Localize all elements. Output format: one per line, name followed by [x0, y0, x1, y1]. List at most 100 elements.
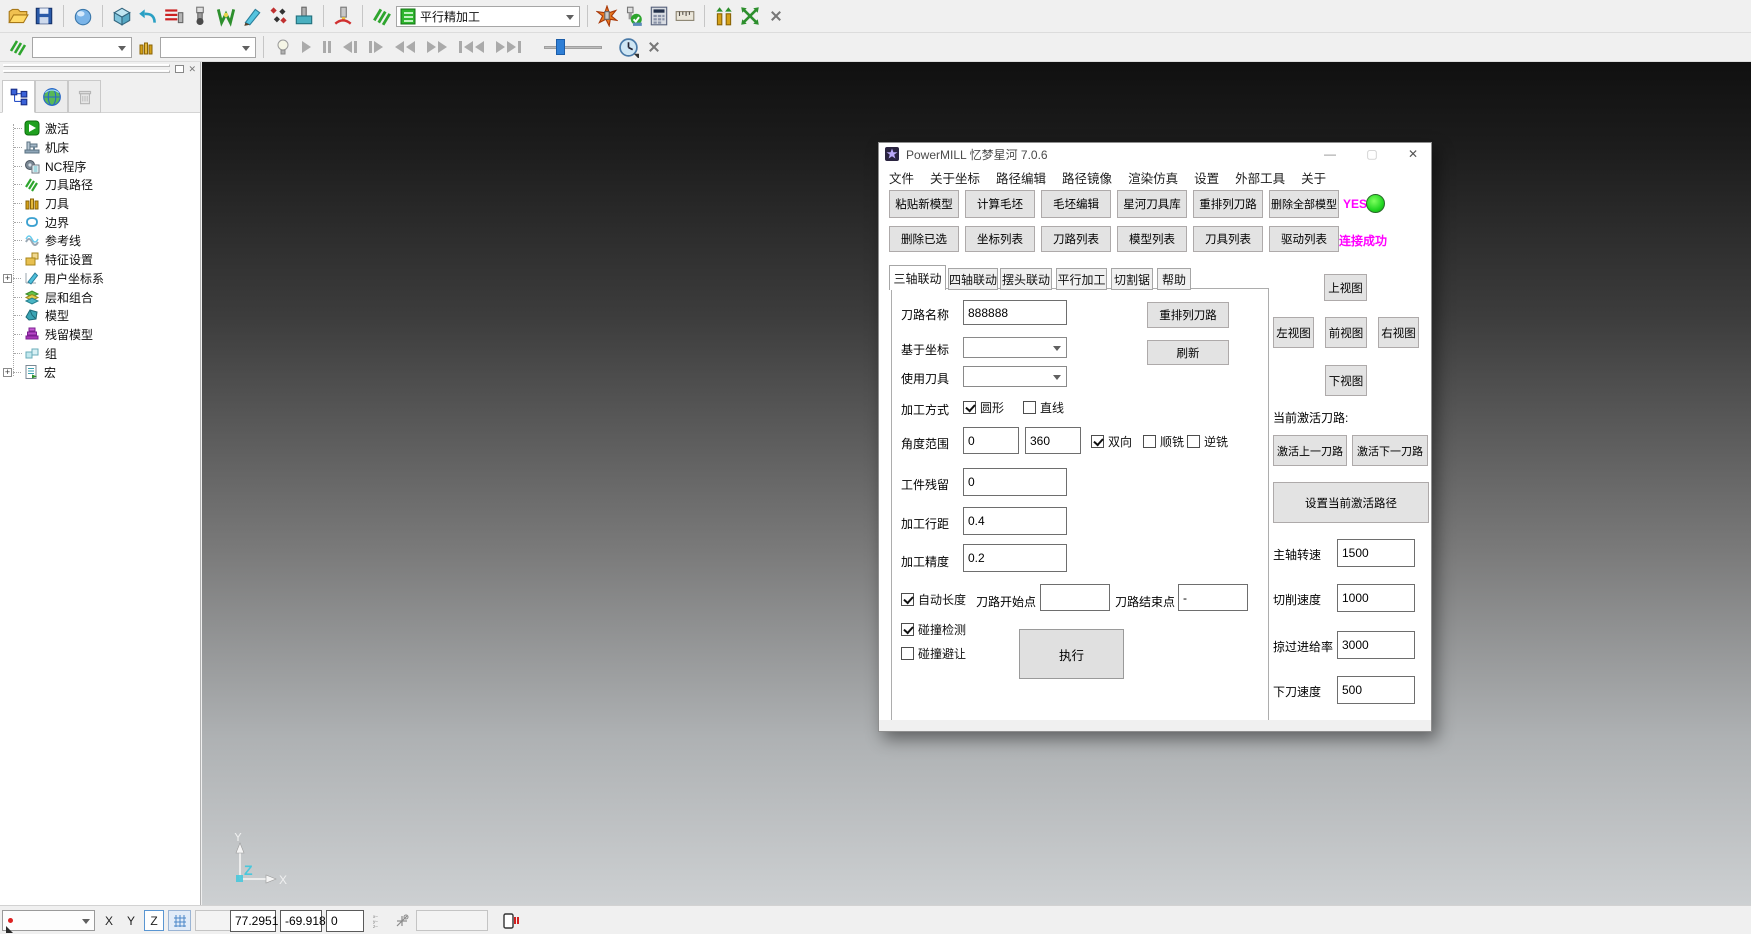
- expand-icon[interactable]: +: [3, 274, 12, 283]
- pencil-icon[interactable]: [240, 4, 264, 28]
- tool-library-button[interactable]: 星河刀具库: [1117, 190, 1187, 218]
- sim-tool-select[interactable]: [160, 37, 256, 58]
- view-left-button[interactable]: 左视图: [1273, 317, 1314, 348]
- save-project-icon[interactable]: [32, 4, 56, 28]
- tree-item-patterns[interactable]: 参考线: [0, 231, 81, 249]
- speed-slider[interactable]: [544, 38, 602, 56]
- step-forward-icon[interactable]: [364, 41, 388, 53]
- toolpath-edit-icon[interactable]: [162, 4, 186, 28]
- pause-icon[interactable]: [318, 41, 336, 53]
- play-icon[interactable]: [297, 41, 316, 53]
- maximize-button[interactable]: ▢: [1359, 143, 1385, 164]
- activate-prev-path-button[interactable]: 激活上一刀路: [1273, 435, 1347, 466]
- auto-length-checkbox[interactable]: 自动长度: [901, 591, 966, 608]
- collision-check-checkbox[interactable]: 碰撞检测: [901, 621, 966, 638]
- sim-toolpath-select[interactable]: [32, 37, 132, 58]
- render-ball-icon[interactable]: [71, 4, 95, 28]
- paste-model-button[interactable]: 粘贴新模型: [889, 190, 959, 218]
- tab-parallel[interactable]: 平行加工: [1056, 268, 1107, 290]
- scatter-points-icon[interactable]: [266, 4, 290, 28]
- menu-settings[interactable]: 设置: [1186, 168, 1227, 187]
- clock-icon[interactable]: [616, 35, 640, 59]
- close-toolbar-icon[interactable]: [642, 35, 666, 59]
- view-bottom-button[interactable]: 下视图: [1325, 365, 1367, 396]
- coord-y-value[interactable]: -69.918: [280, 910, 322, 932]
- angle-to-input[interactable]: [1025, 427, 1081, 454]
- graphics-viewport[interactable]: Y X Z PowerMILL 忆梦星河 7.0.6 — ▢ ✕ 文件 关于坐标…: [202, 62, 1751, 905]
- axis-x-button[interactable]: X: [100, 910, 118, 931]
- tolerance-input[interactable]: [963, 544, 1067, 572]
- refresh-button[interactable]: 刷新: [1147, 340, 1229, 365]
- tab-tilt-head[interactable]: 摆头联动: [1000, 268, 1052, 290]
- tab-help[interactable]: 帮助: [1157, 268, 1191, 290]
- tab-saw[interactable]: 切割锯: [1111, 268, 1153, 290]
- tool-raise-icon[interactable]: [712, 4, 736, 28]
- execute-button[interactable]: 执行: [1019, 629, 1124, 679]
- based-coord-select[interactable]: [963, 337, 1067, 358]
- angle-from-input[interactable]: [963, 427, 1019, 454]
- tree-item-boundaries[interactable]: 边界: [0, 213, 69, 231]
- step-back-icon[interactable]: [338, 41, 362, 53]
- conventional-mill-checkbox[interactable]: 逆铣: [1187, 433, 1228, 450]
- clamp-icon[interactable]: [214, 4, 238, 28]
- rearrange-paths-button[interactable]: 重排列刀路: [1193, 190, 1263, 218]
- plunge-feed-input[interactable]: [1337, 676, 1415, 704]
- start-point-input[interactable]: [1040, 584, 1110, 611]
- move-cross-icon[interactable]: [738, 4, 762, 28]
- coord-list-button[interactable]: 坐标列表: [965, 226, 1035, 252]
- menu-external-tools[interactable]: 外部工具: [1227, 168, 1293, 187]
- calc-stock-button[interactable]: 计算毛坯: [965, 190, 1035, 218]
- device-pause-icon[interactable]: [498, 910, 522, 931]
- tree-item-models[interactable]: 模型: [0, 306, 69, 324]
- rearrange-button[interactable]: 重排列刀路: [1147, 302, 1229, 328]
- tab-explorer[interactable]: [2, 80, 35, 113]
- collision-check-icon[interactable]: [595, 4, 619, 28]
- rewind-icon[interactable]: [390, 41, 420, 53]
- tool-list-button[interactable]: 刀具列表: [1193, 226, 1263, 252]
- tree-item-stock-models[interactable]: 残留模型: [0, 325, 93, 343]
- undo-arrow-icon[interactable]: [136, 4, 160, 28]
- menu-coords[interactable]: 关于坐标: [922, 168, 988, 187]
- edit-stock-button[interactable]: 毛坯编辑: [1041, 190, 1111, 218]
- skim-feed-input[interactable]: [1337, 631, 1415, 659]
- path-list-button[interactable]: 刀路列表: [1041, 226, 1111, 252]
- stepover-input[interactable]: [963, 507, 1067, 535]
- skip-start-icon[interactable]: [454, 41, 489, 53]
- ballnose-tool-icon[interactable]: [188, 4, 212, 28]
- skip-end-icon[interactable]: [491, 41, 526, 53]
- panel-grip[interactable]: ✕: [0, 62, 200, 77]
- menu-file[interactable]: 文件: [881, 168, 922, 187]
- tab-recycle-bin[interactable]: [68, 80, 101, 113]
- coord-z-value[interactable]: 0: [326, 910, 364, 932]
- slider-handle[interactable]: [556, 39, 565, 55]
- tool-verify-icon[interactable]: [621, 4, 645, 28]
- resize-grip[interactable]: [6, 926, 13, 933]
- coord-x-value[interactable]: 77.2951: [230, 910, 276, 932]
- tree-item-levels-sets[interactable]: 层和组合: [0, 288, 93, 306]
- measure-ruler-icon[interactable]: [673, 4, 697, 28]
- view-top-button[interactable]: 上视图: [1324, 274, 1367, 301]
- grid-size-field[interactable]: [195, 910, 232, 931]
- grid-button[interactable]: [168, 910, 191, 931]
- end-point-input[interactable]: [1178, 584, 1248, 611]
- fast-forward-icon[interactable]: [422, 41, 452, 53]
- calculator-icon[interactable]: [647, 4, 671, 28]
- expand-icon[interactable]: +: [3, 368, 12, 377]
- close-panel-icon[interactable]: ✕: [188, 64, 196, 75]
- close-toolbar-icon[interactable]: [764, 4, 788, 28]
- float-panel-icon[interactable]: [175, 65, 184, 73]
- active-toolpath-select[interactable]: 平行精加工: [396, 6, 580, 27]
- tree-item-toolpaths[interactable]: 刀具路径: [0, 175, 93, 193]
- menu-path-mirror[interactable]: 路径镜像: [1054, 168, 1120, 187]
- both-direction-checkbox[interactable]: 双向: [1091, 433, 1132, 450]
- model-list-button[interactable]: 模型列表: [1117, 226, 1187, 252]
- tree-item-activate[interactable]: 激活: [0, 119, 69, 137]
- climb-mill-checkbox[interactable]: 顺铣: [1143, 433, 1184, 450]
- spindle-speed-input[interactable]: [1337, 539, 1415, 567]
- tab-globe[interactable]: [35, 80, 68, 113]
- create-block-icon[interactable]: [110, 4, 134, 28]
- workplane-select[interactable]: [2, 910, 95, 931]
- delete-selected-button[interactable]: 删除已选: [889, 226, 959, 252]
- dialog-titlebar[interactable]: PowerMILL 忆梦星河 7.0.6 — ▢ ✕: [879, 143, 1431, 165]
- activate-next-path-button[interactable]: 激活下一刀路: [1352, 435, 1428, 466]
